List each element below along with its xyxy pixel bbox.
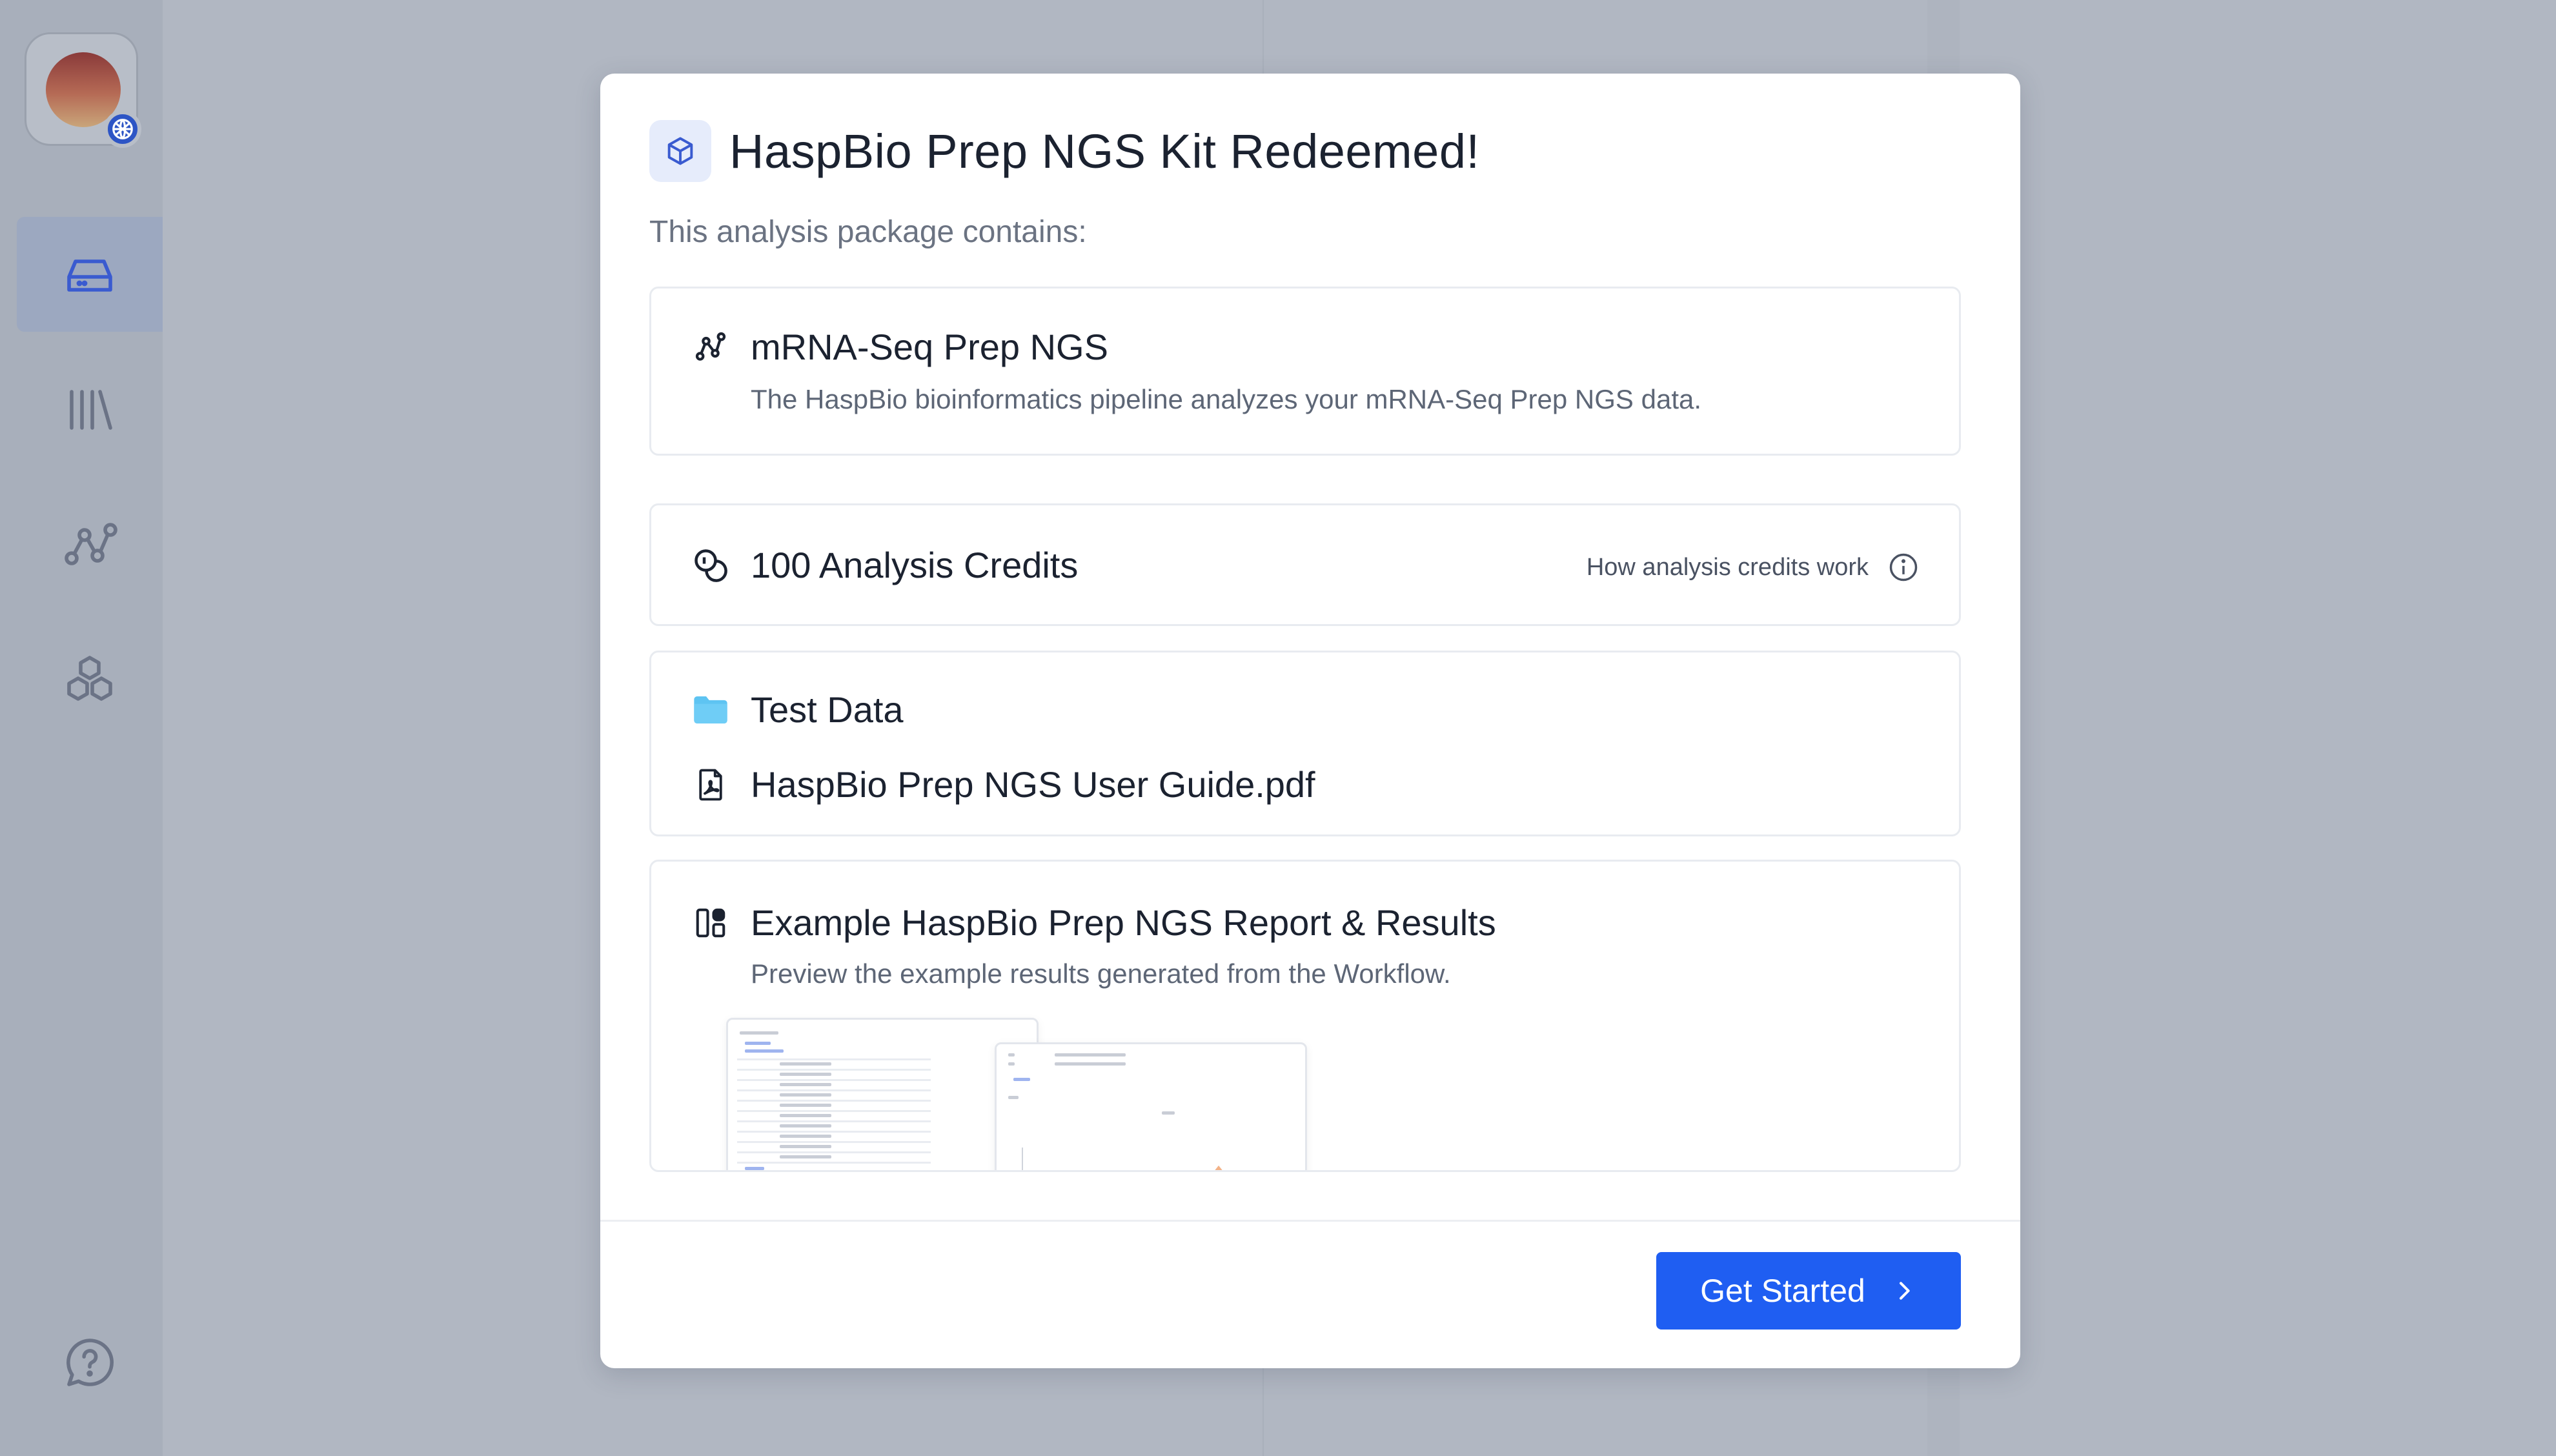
- user-guide-file[interactable]: HaspBio Prep NGS User Guide.pdf: [691, 763, 1315, 805]
- package-icon: [649, 120, 711, 182]
- workflow-icon: [691, 328, 730, 367]
- credits-title: 100 Analysis Credits: [751, 545, 1079, 585]
- footer-divider: [600, 1220, 2020, 1222]
- sidebar-item-modules[interactable]: [17, 623, 163, 738]
- modal-header: HaspBio Prep NGS Kit Redeemed!: [649, 120, 1480, 182]
- dashboard-icon: [691, 904, 730, 942]
- help-chat-icon: [66, 1339, 114, 1386]
- report-card: Example HaspBio Prep NGS Report & Result…: [649, 860, 1961, 1172]
- sidebar-item-storage[interactable]: [17, 217, 163, 332]
- pipeline-title: mRNA-Seq Prep NGS: [751, 327, 1108, 367]
- credits-help-text: How analysis credits work: [1586, 553, 1869, 581]
- get-started-label: Get Started: [1700, 1273, 1865, 1309]
- folder-icon: [691, 691, 730, 729]
- workflow-icon: [65, 523, 117, 565]
- org-avatar[interactable]: [25, 32, 141, 148]
- pipeline-description: The HaspBio bioinformatics pipeline anal…: [751, 384, 1702, 414]
- hexagons-icon: [67, 656, 112, 701]
- coins-icon: [691, 546, 730, 585]
- library-icon: [70, 390, 112, 430]
- report-description: Preview the example results generated fr…: [751, 958, 1451, 989]
- violin-plot-icon: [1022, 1148, 1222, 1170]
- globe-badge-icon: [104, 110, 141, 148]
- modal-title: HaspBio Prep NGS Kit Redeemed!: [729, 124, 1480, 178]
- credits-help-link[interactable]: How analysis credits work: [1587, 551, 1920, 584]
- redeemed-modal: HaspBio Prep NGS Kit Redeemed! This anal…: [600, 74, 2020, 1368]
- test-data-folder[interactable]: Test Data: [691, 689, 904, 731]
- modal-subtitle: This analysis package contains:: [649, 215, 1087, 249]
- info-icon: [1887, 551, 1920, 584]
- report-title: Example HaspBio Prep NGS Report & Result…: [751, 902, 1496, 943]
- sidebar-item-help[interactable]: [17, 1305, 163, 1420]
- sidebar: [0, 0, 163, 1456]
- inbox-drive-icon: [67, 259, 112, 292]
- user-guide-label: HaspBio Prep NGS User Guide.pdf: [751, 764, 1315, 805]
- pipeline-card: mRNA-Seq Prep NGS The HaspBio bioinforma…: [649, 287, 1961, 456]
- sidebar-item-workflows[interactable]: [17, 488, 163, 603]
- app-root: HaspBio Prep NGS Kit Redeemed! This anal…: [0, 0, 2556, 1456]
- files-card: Test Data HaspBio Prep NGS User Guide.pd…: [649, 651, 1961, 836]
- test-data-label: Test Data: [751, 689, 904, 730]
- chevron-right-icon: [1891, 1278, 1917, 1304]
- get-started-button[interactable]: Get Started: [1656, 1252, 1961, 1330]
- credits-card: 100 Analysis Credits How analysis credit…: [649, 503, 1961, 626]
- report-table-preview[interactable]: [726, 1018, 1039, 1170]
- pdf-file-icon: [691, 765, 730, 804]
- sidebar-item-library[interactable]: [17, 352, 163, 467]
- report-chart-preview[interactable]: [995, 1042, 1307, 1170]
